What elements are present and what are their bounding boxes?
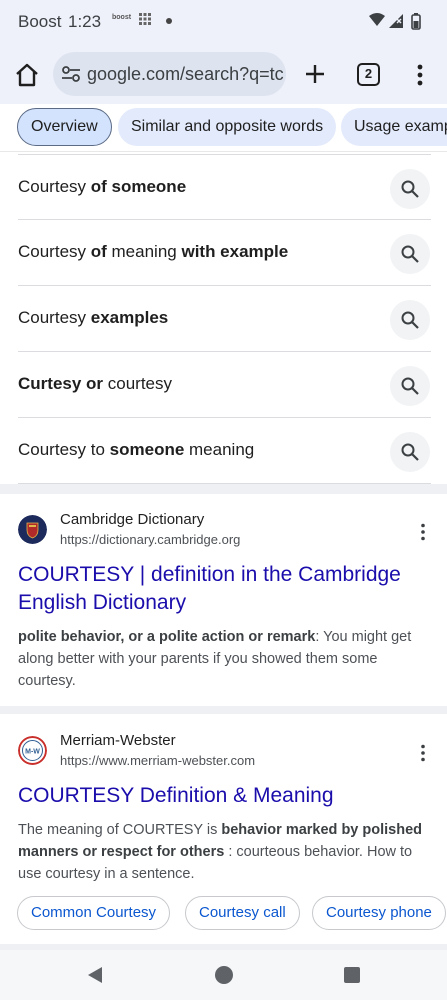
signal-battery-icons: [369, 13, 421, 30]
more-vert-icon[interactable]: [412, 62, 428, 88]
chip-overview[interactable]: Overview: [17, 108, 112, 146]
result-snippet: The meaning of COURTESY is behavior mark…: [18, 822, 423, 882]
recents-square-icon[interactable]: [343, 966, 361, 984]
search-result-cambridge: Cambridge Dictionary https://dictionary.…: [0, 494, 447, 706]
svg-text:M-W: M-W: [25, 749, 40, 756]
related-search-item[interactable]: Courtesy of someone: [18, 154, 431, 220]
status-bar: Boost 1:23 boost: [0, 0, 447, 46]
new-tab-icon[interactable]: [302, 61, 328, 87]
pill-common-courtesy[interactable]: Common Courtesy: [17, 896, 171, 930]
notification-dot-icon: [166, 18, 172, 24]
related-search-text[interactable]: Courtesy of someone: [18, 177, 186, 197]
home-circle-icon[interactable]: [214, 965, 234, 985]
browser-toolbar: google.com/search?q=tc 2: [0, 46, 447, 104]
search-icon[interactable]: [390, 234, 430, 274]
back-triangle-icon[interactable]: [86, 965, 104, 985]
address-bar[interactable]: google.com/search?q=tc: [53, 52, 286, 96]
search-icon[interactable]: [390, 432, 430, 472]
related-search-item[interactable]: Courtesy of meaning with example: [18, 220, 431, 286]
chip-similar-opposite[interactable]: Similar and opposite words: [118, 108, 337, 146]
search-icon[interactable]: [390, 366, 430, 406]
search-result-merriam-webster: M-W Merriam-Webster https://www.merriam-…: [0, 714, 447, 944]
result-options-icon[interactable]: [418, 523, 428, 541]
related-pills: Common Courtesy Courtesy call Courtesy p…: [0, 896, 447, 932]
result-options-icon[interactable]: [418, 744, 428, 762]
related-search-text[interactable]: Courtesy to someone meaning: [18, 440, 254, 460]
site-url[interactable]: https://dictionary.cambridge.org: [60, 532, 240, 547]
status-time: 1:23: [68, 12, 102, 31]
result-title-link[interactable]: COURTESY | definition in the Cambridge E…: [18, 561, 428, 617]
carrier-logo: boost: [112, 14, 132, 21]
related-search-text[interactable]: Curtesy or courtesy: [18, 374, 172, 394]
related-search-item[interactable]: Courtesy examples: [18, 286, 431, 352]
cambridge-favicon-icon: [18, 515, 47, 544]
merriam-webster-favicon-icon: M-W: [18, 736, 47, 765]
url-text[interactable]: google.com/search?q=tc: [87, 64, 284, 85]
result-title-link[interactable]: COURTESY Definition & Meaning: [18, 782, 428, 810]
grid-icon: [139, 13, 151, 25]
tab-switcher-button[interactable]: 2: [357, 63, 380, 86]
carrier-name: Boost: [18, 12, 62, 31]
result-snippet: polite behavior, or a polite action or r…: [18, 629, 412, 689]
related-search-item[interactable]: Courtesy to someone meaning: [18, 418, 431, 484]
pill-courtesy-call[interactable]: Courtesy call: [185, 896, 300, 930]
system-navigation-bar: [0, 950, 447, 1000]
home-icon[interactable]: [14, 62, 40, 88]
site-url[interactable]: https://www.merriam-webster.com: [60, 753, 255, 768]
section-divider: [0, 484, 447, 494]
section-divider: [0, 706, 447, 714]
pill-courtesy-phone[interactable]: Courtesy phone: [312, 896, 446, 930]
search-icon[interactable]: [390, 300, 430, 340]
site-name: Cambridge Dictionary: [60, 511, 205, 528]
filter-chips: Overview Similar and opposite words Usag…: [0, 104, 447, 152]
chip-usage-examples[interactable]: Usage examp: [341, 108, 447, 146]
site-name: Merriam-Webster: [60, 732, 176, 749]
search-icon[interactable]: [390, 169, 430, 209]
tune-icon[interactable]: [61, 64, 81, 84]
related-search-item[interactable]: Curtesy or courtesy: [18, 352, 431, 418]
related-search-text[interactable]: Courtesy examples: [18, 308, 168, 328]
related-search-text[interactable]: Courtesy of meaning with example: [18, 242, 288, 262]
